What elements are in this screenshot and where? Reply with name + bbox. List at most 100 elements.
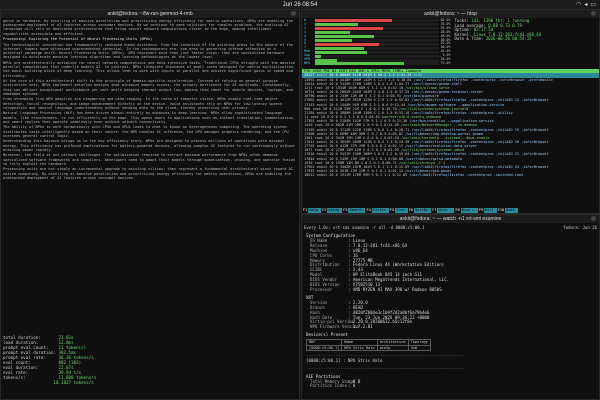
system-topbar: Jun 26 08:54 ◠ ◂ ▭ xyxy=(0,0,600,9)
status-icons[interactable]: ◠ ◂ ▭ xyxy=(576,1,596,8)
fkey-label[interactable]: Filter xyxy=(371,208,389,213)
meter-bar xyxy=(315,54,441,58)
meter-row: Swp 5.0% xyxy=(304,53,451,58)
meter-bar xyxy=(315,27,439,31)
meter-bar xyxy=(315,50,439,54)
watch-host: fedora: Jun 26 xyxy=(563,225,597,230)
meter-bar xyxy=(315,38,439,42)
meter-bar xyxy=(315,58,439,62)
xrt-output: System Configuration OS Name: Linux Relea… xyxy=(302,230,599,390)
wifi-icon[interactable]: ◠ xyxy=(576,1,581,8)
meter-row: 7 40.0% xyxy=(304,45,451,50)
table-cell: [0000:c5:00.1] xyxy=(305,344,343,351)
output-paragraph: At the core of this architectural shift … xyxy=(3,79,293,96)
table-header-cell: Topology xyxy=(407,339,431,346)
kv-key: NPU Firmware Version xyxy=(310,324,360,330)
divider: ----------------------------------------… xyxy=(306,365,464,371)
output-paragraph: Moreover, the field is not without chall… xyxy=(3,153,296,166)
meter-bar xyxy=(315,62,439,66)
table-row: [0000:c5:00.1] NPU Strix Halo aie2p 4x8 xyxy=(305,344,431,351)
kv-row: NPU Firmware Version: 1.7.2.81 xyxy=(306,324,595,330)
meter-fill xyxy=(315,54,322,58)
xrt-info-list: Version: 2.20.0 Branch: HEAD Hash: 4820f26… xyxy=(306,300,595,330)
meter-row: 1 35.0% xyxy=(304,22,451,27)
fkey-label[interactable]: Help xyxy=(308,208,321,213)
meter-fill xyxy=(315,38,353,42)
fkey-label[interactable]: Nice - xyxy=(437,208,455,213)
meter-row: 0 62.0% xyxy=(304,18,451,23)
window-title: ankit@fedora: ~ — htop xyxy=(423,11,478,17)
htop-info: Tasks: 143, 1398 thr; 1 running Load aver… xyxy=(451,18,598,66)
fkey-label[interactable]: Kill xyxy=(484,208,497,213)
meter-bar xyxy=(315,23,439,27)
meter-bar xyxy=(315,35,439,39)
kv-row: Partition Index: 0 xyxy=(306,384,595,389)
volume-icon[interactable]: ◂ xyxy=(584,1,587,8)
process-list[interactable]: 28127 ankit 20 0 8804M 512M 201M S 58.2 … xyxy=(302,73,599,177)
info-value: 0.88 0.73 0.79 xyxy=(488,22,522,28)
meter-bar xyxy=(315,42,439,46)
meter-fill xyxy=(315,50,367,54)
aie-partition-list: Total Memory Usage: 0 B Partition Index: … xyxy=(306,379,595,390)
kv-key: Partition Index xyxy=(310,383,347,389)
ollama-stats: total duration: 23.03s load duration: 12.… xyxy=(3,335,96,385)
output-paragraph: From streaming live NPU adoption are sta… xyxy=(3,97,283,110)
meter-row: 4 48.0% xyxy=(304,34,451,39)
fkey-label[interactable]: Tree xyxy=(395,208,408,213)
output-heading: Processing: Exploring the Potential of N… xyxy=(3,37,153,42)
output-paragraph: The ability of NPUs to work harmoniously… xyxy=(3,125,289,138)
terminal-output: gence in hardware. By excelling at massi… xyxy=(1,18,299,182)
table-cell: aie2p xyxy=(376,344,409,351)
meter-fill xyxy=(315,19,392,23)
output-paragraph: Understanding this balance brings us to … xyxy=(3,139,296,152)
kv-key: Processor xyxy=(310,286,333,292)
close-icon[interactable] xyxy=(591,11,596,16)
output-paragraph: Natural Language Processing (NLP) has be… xyxy=(3,111,296,124)
table-row[interactable]: 18012 ankit 20 0 3311M 176M 99M S 0.1 1.… xyxy=(302,173,599,177)
meter-bar xyxy=(315,46,439,50)
fkey-label[interactable]: Search xyxy=(348,208,366,213)
fkey-label[interactable]: Nice + xyxy=(460,208,478,213)
battery-icon[interactable]: ▭ xyxy=(590,1,596,8)
table-cell: NPU Strix Halo xyxy=(341,344,378,351)
watch-command: Every 1.0s: xrt-smi examine -r all -d 00… xyxy=(304,225,425,230)
close-icon[interactable] xyxy=(291,11,296,16)
table-cell: 4x8 xyxy=(407,344,431,351)
meter-bar xyxy=(315,19,439,23)
user-cell: ankit xyxy=(316,173,330,178)
fkey-label[interactable]: Quit xyxy=(505,208,518,213)
window-titlebar[interactable]: ankit@fedora: ~/fw-run-genmod-4-rmb xyxy=(1,10,299,18)
clock[interactable]: Jun 26 08:54 xyxy=(283,2,318,8)
fkey-label[interactable]: SortBy xyxy=(414,208,432,213)
meter-row: Mem 42.0% xyxy=(304,49,451,54)
terminal-htop[interactable]: ankit@fedora: ~ — htop 0 62.0% 1 35.0% 2 55.0… xyxy=(301,9,600,214)
stat-value: 18.2827 tokens/s xyxy=(53,380,94,385)
kv-row: Processor: AMD RYZEN AI MAX 390 w/ Radeo… xyxy=(306,286,595,293)
fkey-key[interactable]: F10 xyxy=(497,208,506,213)
window-titlebar[interactable]: ankit@fedora: ~ — htop xyxy=(302,10,599,18)
htop-meters: 0 62.0% 1 35.0% 2 55.0% 3 28.0% 4 48.0% 5 30.0% 6 52.… xyxy=(302,18,599,67)
terminal-left[interactable]: ankit@fedora: ~/fw-run-genmod-4-rmb genc… xyxy=(0,9,300,400)
meter-bar xyxy=(315,31,439,35)
pid-cell: 18012 xyxy=(304,173,317,178)
stat-row: 18.2827 tokens/s xyxy=(3,380,96,385)
window-title: ankit@fedora: ~/fw-run-genmod-4-rmb xyxy=(107,11,193,17)
meter-row: NPU 72.0% xyxy=(304,60,451,66)
meter-fill xyxy=(315,23,359,27)
meter-row: 6 52.0% xyxy=(304,42,451,46)
output-paragraph: The technological innovation has fundame… xyxy=(3,42,293,60)
terminal-xrt-smi[interactable]: ankit@fedora: ~ — watch -n1 xrt-smi exam… xyxy=(301,214,600,400)
output-paragraph: Processing units are not simply an incre… xyxy=(3,167,296,180)
output-paragraph: NPUs are architecturally optimized for n… xyxy=(3,61,296,78)
info-value: 2026-06-26 08:54:15 xyxy=(485,36,532,42)
meter-label: NPU xyxy=(304,60,310,65)
close-icon[interactable] xyxy=(591,216,596,221)
fkey-label[interactable]: Setup xyxy=(327,208,343,213)
function-key-bar: F1 Help F2 Setup F3 Search F4 Filter F5 Tree F6 Sor… xyxy=(302,208,599,213)
meter-fill xyxy=(315,42,380,46)
window-titlebar[interactable]: ankit@fedora: ~ — watch -n1 xrt-smi exam… xyxy=(302,215,599,223)
meter-fill xyxy=(315,58,338,62)
stat-label xyxy=(3,380,53,385)
section-heading: Device(s) Present xyxy=(306,332,348,338)
kv-value: : 1.7.2.81 xyxy=(348,324,373,330)
